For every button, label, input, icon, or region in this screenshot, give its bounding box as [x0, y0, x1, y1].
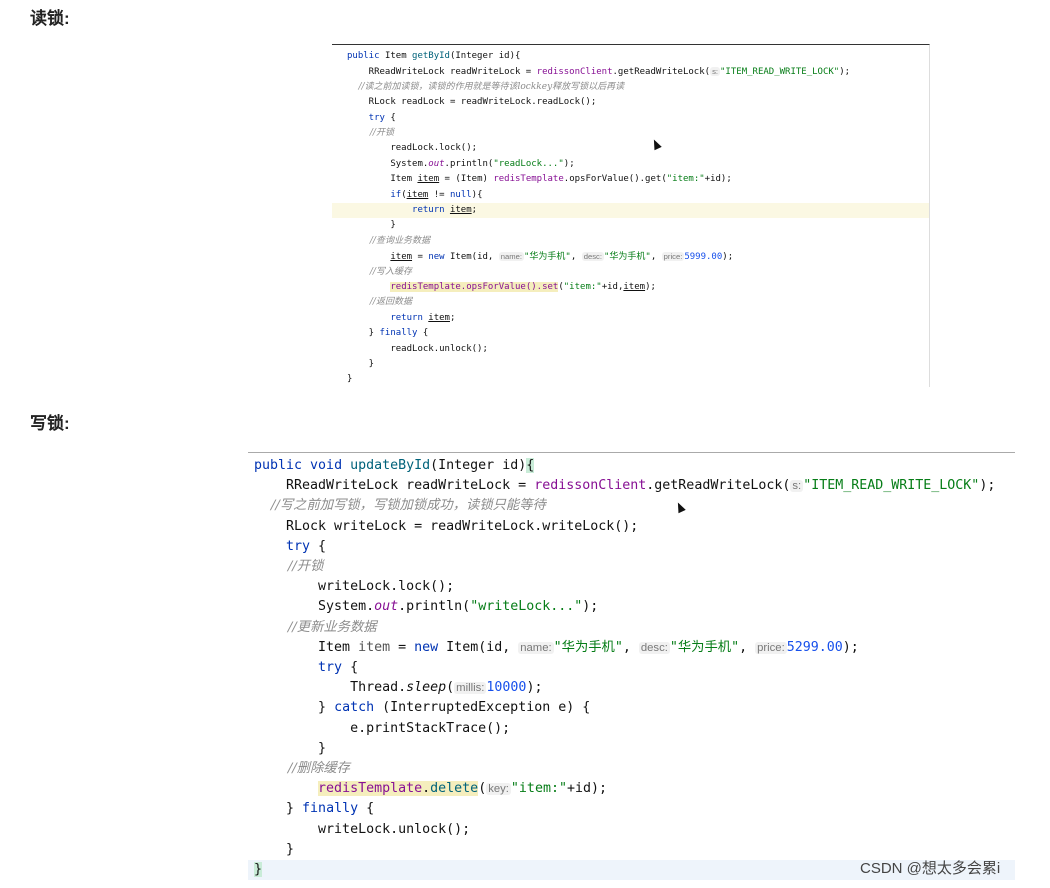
read-lock-code-screenshot: public Item getById(Integer id){ RReadWr… — [332, 44, 930, 387]
write-lock-code-screenshot: public void updateById(Integer id){ RRea… — [248, 452, 1015, 880]
code-line: redisTemplate.delete(key: "item:"+id); — [318, 781, 607, 797]
code-line: RReadWriteLock readWriteLock = redissonC… — [347, 67, 851, 78]
code-line: public void updateById(Integer id){ — [254, 458, 535, 473]
code-comment: //返回数据 — [347, 297, 412, 308]
code-line: redisTemplate.opsForValue().set("item:"+… — [390, 282, 656, 292]
code-line: } finally { — [347, 328, 429, 339]
code-line: if(item != null){ — [347, 189, 483, 200]
code-line: writeLock.unlock(); — [254, 821, 471, 837]
code-line: RReadWriteLock readWriteLock = redissonC… — [254, 478, 996, 494]
code-line: try { — [347, 112, 396, 123]
code-line: System.out.println("readLock..."); — [347, 158, 575, 169]
code-line: } — [347, 359, 375, 369]
code-line: } catch (InterruptedException e) { — [254, 700, 591, 716]
code-comment: //开锁 — [347, 128, 394, 138]
code-line: writeLock.lock(); — [254, 579, 455, 595]
code-comment: //更新业务数据 — [254, 619, 377, 635]
code-line: public Item getById(Integer id){ — [347, 51, 521, 61]
read-lock-heading: 读锁: — [30, 9, 70, 28]
code-line: } finally { — [254, 801, 375, 817]
csdn-watermark: CSDN @想太多会累i — [860, 860, 1001, 877]
code-line: } — [347, 374, 353, 385]
code-line: Item item = new Item(id, name: "华为手机", de… — [254, 639, 859, 655]
code-comment: //查询业务数据 — [347, 235, 430, 246]
code-line: try { — [254, 660, 359, 675]
code-comment: //写之前加写锁，写锁加锁成功，读锁只能等待 — [254, 498, 546, 514]
code-comment: //开锁 — [254, 559, 324, 574]
code-line: try { — [254, 538, 327, 554]
code-line: e.printStackTrace(); — [254, 720, 511, 736]
code-comment: //删除缓存 — [254, 761, 350, 776]
code-line: Item item = (Item) redisTemplate.opsForV… — [347, 174, 732, 185]
code-line: Thread.sleep(millis: 10000); — [254, 680, 543, 696]
code-line: readLock.lock(); — [347, 143, 478, 154]
code-line: RLock readLock = readWriteLock.readLock(… — [347, 97, 597, 108]
code-line: } — [254, 740, 327, 756]
write-lock-heading: 写锁: — [30, 414, 70, 433]
code-line: } — [347, 220, 396, 231]
code-comment: //读之前加读锁，读锁的作用就是等待该lockkey释放写锁以后再读 — [347, 81, 625, 92]
code-line: readLock.unlock(); — [347, 343, 488, 354]
code-comment: //写入缓存 — [347, 266, 412, 277]
code-line: item = new Item(id, name: "华为手机", desc: "华… — [390, 252, 734, 263]
code-line: System.out.println("writeLock..."); — [254, 599, 599, 615]
code-line: return item; — [347, 312, 456, 323]
code-line-current: return item; — [332, 203, 929, 219]
code-line: RLock writeLock = readWriteLock.writeLoc… — [254, 518, 639, 534]
